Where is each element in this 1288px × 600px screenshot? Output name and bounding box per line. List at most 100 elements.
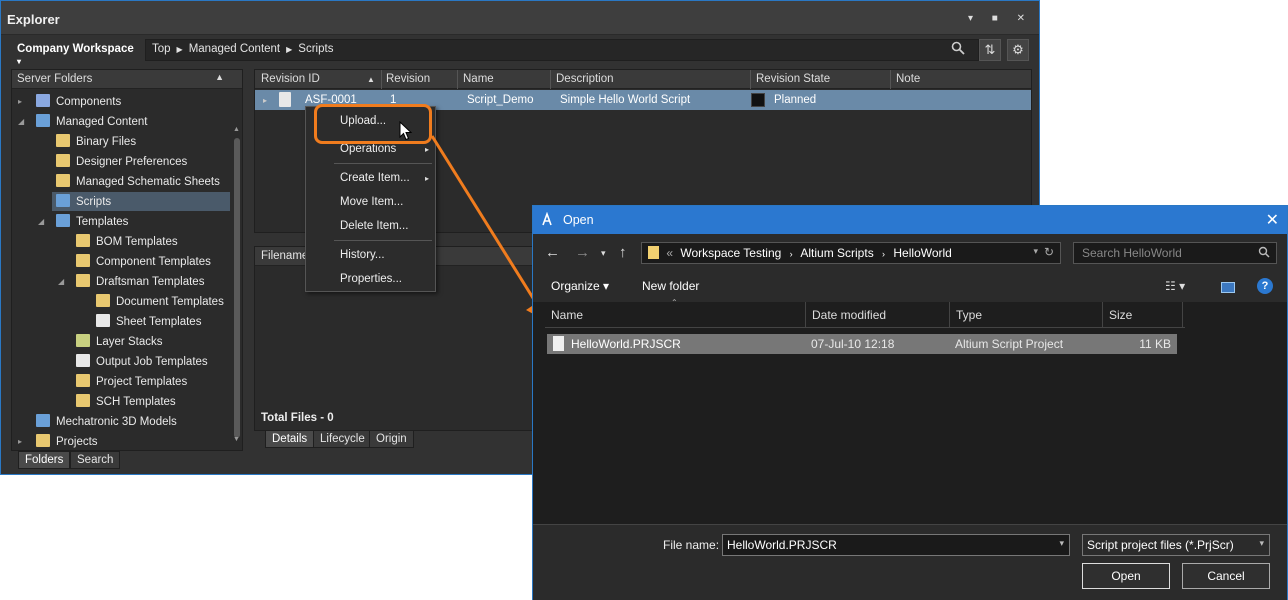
- forward-arrow-icon[interactable]: →: [575, 244, 590, 261]
- column-header-date[interactable]: Date modified: [812, 308, 886, 322]
- tab-origin[interactable]: Origin: [369, 430, 414, 448]
- menu-item-delete-item[interactable]: Delete Item...: [340, 220, 408, 232]
- chevron-down-icon[interactable]: ▾: [1033, 246, 1038, 257]
- folder-icon: [56, 214, 70, 227]
- tree-item[interactable]: Sheet Templates: [96, 314, 201, 334]
- panel-controls[interactable]: ▾ ■ ✕: [968, 13, 1033, 24]
- menu-item-properties[interactable]: Properties...: [340, 273, 402, 285]
- tree-item[interactable]: Mechatronic 3D Models: [36, 414, 177, 434]
- tree-item-label: Scripts: [76, 196, 112, 208]
- column-header[interactable]: Name: [463, 73, 494, 85]
- sort-up-icon: ⌃: [671, 298, 678, 307]
- path-breadcrumb[interactable]: « Workspace Testing › Altium Scripts › H…: [641, 242, 1061, 264]
- tree-item[interactable]: Project Templates: [76, 374, 187, 394]
- collapse-icon[interactable]: ▲: [215, 72, 224, 82]
- tree-item[interactable]: BOM Templates: [76, 234, 178, 254]
- column-header[interactable]: Description: [556, 73, 614, 85]
- open-button[interactable]: Open: [1082, 563, 1170, 589]
- menu-item-history[interactable]: History...: [340, 249, 385, 261]
- menu-item-create-item[interactable]: Create Item...: [340, 172, 410, 184]
- tree-item[interactable]: Binary Files: [56, 134, 136, 154]
- new-folder-button[interactable]: New folder: [642, 279, 699, 293]
- column-header[interactable]: Revision ID: [261, 73, 320, 85]
- preview-pane-icon[interactable]: [1221, 282, 1235, 293]
- tree-item[interactable]: Document Templates: [96, 294, 224, 314]
- overflow-chevron[interactable]: «: [666, 246, 673, 260]
- tree-item[interactable]: Components: [36, 94, 121, 114]
- column-header-size[interactable]: Size: [1109, 308, 1132, 322]
- tree-item[interactable]: Templates: [56, 214, 128, 234]
- file-date-cell: 07-Jul-10 12:18: [811, 337, 895, 351]
- tree-item[interactable]: Managed Schematic Sheets: [56, 174, 220, 194]
- expander-icon[interactable]: ▸: [18, 97, 22, 106]
- breadcrumb-item[interactable]: Workspace Testing: [680, 246, 781, 260]
- file-type-select[interactable]: Script project files (*.PrjScr) ▾: [1082, 534, 1270, 556]
- scroll-up-icon[interactable]: ▲: [233, 126, 240, 133]
- column-header[interactable]: Revision: [386, 73, 430, 85]
- tree-item[interactable]: Designer Preferences: [56, 154, 187, 174]
- tree-item[interactable]: Managed Content: [36, 114, 147, 134]
- menu-item-move-item[interactable]: Move Item...: [340, 196, 403, 208]
- tree-item-label: Layer Stacks: [96, 336, 163, 348]
- server-folders-pane: Server Folders ▲ Components ▸ Managed Cont…: [11, 69, 243, 451]
- organize-button[interactable]: Organize ▾: [551, 279, 609, 293]
- expander-icon[interactable]: ◢: [38, 217, 44, 226]
- tree-item[interactable]: Layer Stacks: [76, 334, 162, 354]
- file-name-input[interactable]: HelloWorld.PRJSCR ▾: [722, 534, 1070, 556]
- breadcrumb-item[interactable]: Managed Content: [189, 43, 280, 55]
- folder-icon: [96, 294, 110, 307]
- chevron-down-icon[interactable]: ▾: [1059, 538, 1064, 549]
- breadcrumb-item[interactable]: Altium Scripts: [800, 246, 873, 260]
- scroll-down-icon[interactable]: ▼: [233, 436, 240, 443]
- chevron-down-icon[interactable]: ▾: [1259, 538, 1264, 549]
- expander-icon[interactable]: ◢: [58, 277, 64, 286]
- file-name-label: File name:: [663, 538, 720, 552]
- folder-icon: [76, 274, 90, 287]
- expander-icon[interactable]: ▸: [18, 437, 22, 446]
- chevron-down-icon[interactable]: ▾: [601, 248, 606, 259]
- tree-item[interactable]: SCH Templates: [76, 394, 176, 414]
- column-header[interactable]: Note: [896, 73, 920, 85]
- expand-icon[interactable]: ▸: [263, 96, 267, 105]
- close-icon[interactable]: ✕: [1266, 210, 1279, 230]
- tree-item[interactable]: Draftsman Templates: [76, 274, 204, 294]
- help-icon[interactable]: ?: [1257, 278, 1273, 294]
- tab-lifecycle[interactable]: Lifecycle: [313, 430, 372, 448]
- search-input[interactable]: Search HelloWorld: [1073, 242, 1277, 264]
- refresh-icon[interactable]: ↻: [1044, 245, 1054, 259]
- tab-details[interactable]: Details: [265, 430, 315, 448]
- column-header-type[interactable]: Type: [956, 308, 982, 322]
- vertical-scrollbar[interactable]: [234, 138, 240, 438]
- back-arrow-icon[interactable]: ←: [545, 244, 560, 261]
- tree-item[interactable]: Component Templates: [76, 254, 211, 274]
- file-row[interactable]: HelloWorld.PRJSCR 07-Jul-10 12:18 Altium…: [547, 334, 1177, 354]
- refresh-button[interactable]: ⇅: [979, 39, 1001, 61]
- tab-search[interactable]: Search: [70, 451, 121, 469]
- tab-folders[interactable]: Folders: [18, 451, 71, 469]
- menu-item-operations[interactable]: Operations: [340, 143, 396, 155]
- address-bar: Company Workspace ▾ Top ▶ Managed Content ▶…: [9, 39, 1033, 66]
- view-options-icon[interactable]: ☷ ▾: [1165, 279, 1185, 293]
- breadcrumb-item[interactable]: HelloWorld: [893, 246, 951, 260]
- column-header-name[interactable]: Name: [551, 308, 583, 322]
- tree-item-label: Templates: [76, 216, 129, 228]
- sort-up-icon: ▲: [367, 75, 375, 84]
- tree-item-label: Managed Content: [56, 116, 148, 128]
- folder-icon: [96, 314, 110, 327]
- tree-item[interactable]: Scripts: [56, 194, 111, 214]
- breadcrumb-item[interactable]: Top: [152, 43, 171, 55]
- tree-item[interactable]: Output Job Templates: [76, 354, 208, 374]
- cancel-button[interactable]: Cancel: [1182, 563, 1270, 589]
- folder-icon: [36, 414, 50, 427]
- expander-icon[interactable]: ◢: [18, 117, 24, 126]
- settings-button[interactable]: ⚙: [1007, 39, 1029, 61]
- column-header[interactable]: Revision State: [756, 73, 830, 85]
- breadcrumb[interactable]: Top ▶ Managed Content ▶ Scripts: [145, 39, 979, 61]
- revision-state-cell: Planned: [774, 94, 817, 106]
- dialog-toolbar: Organize ▾ New folder ☷ ▾ ?: [533, 272, 1287, 302]
- search-icon[interactable]: [951, 41, 971, 59]
- up-arrow-icon[interactable]: ↑: [619, 244, 627, 261]
- breadcrumb-item[interactable]: Scripts: [298, 43, 333, 55]
- explorer-title: Explorer: [7, 12, 60, 27]
- workspace-selector[interactable]: Company Workspace ▾: [9, 39, 137, 66]
